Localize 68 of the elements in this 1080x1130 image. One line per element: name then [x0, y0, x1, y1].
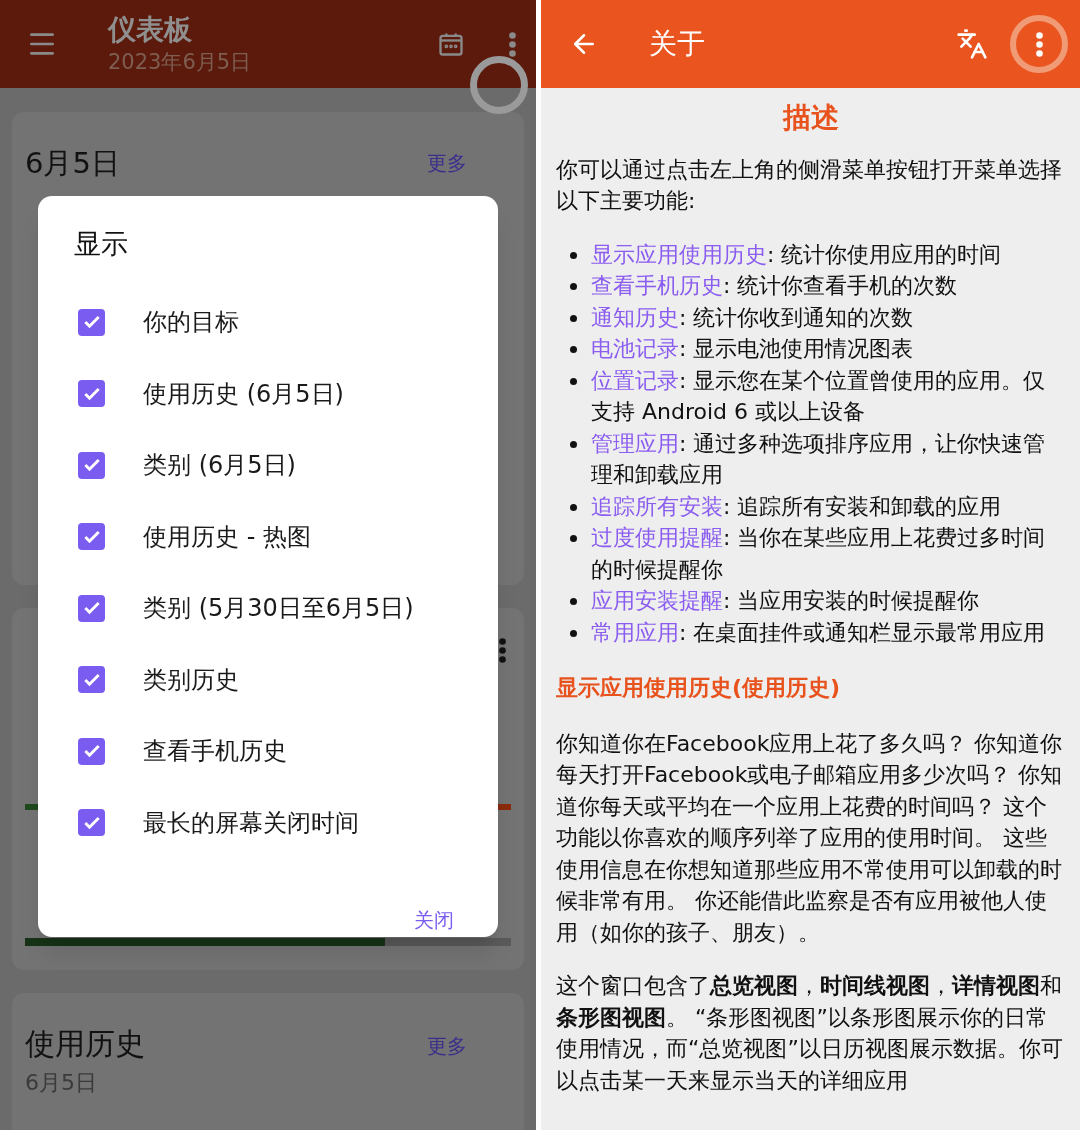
- checkbox[interactable]: [78, 594, 105, 622]
- feature-text: 电池记录: 显示电池使用情况图表: [591, 335, 914, 363]
- bullet-icon: [570, 251, 577, 259]
- option-label: 最长的屏幕关闭时间: [143, 807, 359, 839]
- screen-subtitle: 2023年6月5日: [108, 49, 253, 76]
- feature-link[interactable]: 查看手机历史: [591, 273, 723, 298]
- screen-title: 仪表板: [108, 12, 193, 48]
- option-label: 查看手机历史: [143, 736, 287, 768]
- bullet-icon: [570, 598, 577, 605]
- feature-text: 通知历史: 统计你收到通知的次数: [591, 303, 914, 332]
- option-label: 使用历史 (6月5日): [143, 378, 344, 410]
- more-options-icon[interactable]: [509, 31, 516, 57]
- checkbox[interactable]: [78, 523, 105, 551]
- more-options-icon[interactable]: [499, 638, 506, 663]
- option-label: 使用历史 - 热图: [143, 521, 311, 553]
- translate-icon[interactable]: [956, 28, 988, 60]
- bullet-icon: [570, 314, 577, 322]
- feature-link[interactable]: 常用应用: [591, 619, 679, 645]
- bullet-icon: [570, 629, 577, 637]
- checkbox[interactable]: [78, 380, 105, 408]
- feature-link[interactable]: 位置记录: [591, 367, 679, 393]
- feature-text: 过度使用提醒: 当你在某些应用上花费过多时间的时候提醒你: [591, 524, 1047, 584]
- section-heading: 描述: [781, 102, 840, 134]
- card-title: 使用历史: [25, 1025, 145, 1063]
- feature-link[interactable]: 过度使用提醒: [591, 525, 723, 550]
- close-button[interactable]: 关闭: [414, 904, 454, 935]
- checkbox[interactable]: [78, 308, 105, 336]
- feature-link[interactable]: 追踪所有安装: [591, 493, 723, 519]
- more-options-icon[interactable]: [1035, 31, 1043, 57]
- feature-link[interactable]: 显示应用使用历史: [591, 241, 767, 267]
- more-link[interactable]: 更多: [427, 148, 467, 178]
- body-paragraph: 这个窗口包含了总览视图，时间线视图，详情视图和条形图视图。 “条形图视图”以条形图展示你的日常使用情况，而“总览视图”以日历视图展示数据。你可以点击某一天来显示当天的详细应用: [556, 972, 1064, 1095]
- checkbox[interactable]: [78, 737, 105, 765]
- bullet-icon: [570, 535, 577, 542]
- feature-link[interactable]: 管理应用: [591, 430, 679, 456]
- feature-text: 显示应用使用历史: 统计你使用应用的时间: [591, 240, 1002, 269]
- option-label: 类别历史: [143, 664, 239, 696]
- subsection-heading: 显示应用使用历史(使用历史): [556, 674, 842, 702]
- bar-segment: [497, 804, 511, 810]
- feature-text: 追踪所有安装: 追踪所有安装和卸载的应用: [591, 492, 1002, 521]
- more-link[interactable]: 更多: [427, 1031, 467, 1061]
- bullet-icon: [570, 503, 577, 511]
- feature-text: 常用应用: 在桌面挂件或通知栏显示最常用应用: [591, 618, 1046, 647]
- bullet-icon: [570, 283, 577, 290]
- dialog-title: 显示: [74, 227, 129, 261]
- card-title: 6月5日: [25, 145, 120, 182]
- option-label: 类别 (5月30日至6月5日): [143, 593, 414, 625]
- checkbox[interactable]: [78, 451, 105, 479]
- bullet-icon: [570, 346, 577, 353]
- bullet-icon: [570, 440, 577, 448]
- more-options-button[interactable]: [1010, 15, 1068, 73]
- body-paragraph: 你知道你在Facebook应用上花了多久吗？ 你知道你每天打开Facebook或电子邮箱应用多少次吗？ 你知道你每天或平均在一个应用上花费的时间吗？ 这个功能以你喜欢的顺序列举了应用的使用时间。 这些使用信息在你想知道那些应用不常使用可以卸载的时候非常有用。 你还能借此监察是否有应用被他人使用（如你的孩子、朋友）。: [556, 729, 1064, 947]
- feature-link[interactable]: 通知历史: [591, 304, 679, 330]
- card-subtitle: 6月5日: [25, 1069, 98, 1097]
- feature-text: 应用安装提醒: 当应用安装的时候提醒你: [591, 587, 980, 615]
- intro-paragraph: 你可以通过点击左上角的侧滑菜单按钮打开菜单选择以下主要功能:: [556, 155, 1063, 215]
- bullet-icon: [570, 377, 577, 385]
- option-label: 你的目标: [143, 307, 239, 339]
- feature-text: 查看手机历史: 统计你查看手机的次数: [591, 272, 958, 300]
- feature-link[interactable]: 电池记录: [591, 336, 679, 361]
- bar-segment: [25, 804, 39, 810]
- checkbox[interactable]: [78, 809, 105, 837]
- checkbox[interactable]: [78, 666, 105, 694]
- feature-text: 管理应用: 通过多种选项排序应用，让你快速管理和卸载应用: [591, 429, 1047, 489]
- feature-text: 位置记录: 显示您在某个位置曾使用的应用。仅支持 Android 6 或以上设备: [591, 366, 1047, 426]
- option-label: 类别 (6月5日): [143, 450, 296, 482]
- screen-title: 关于: [649, 26, 706, 62]
- feature-link[interactable]: 应用安装提醒: [591, 588, 723, 613]
